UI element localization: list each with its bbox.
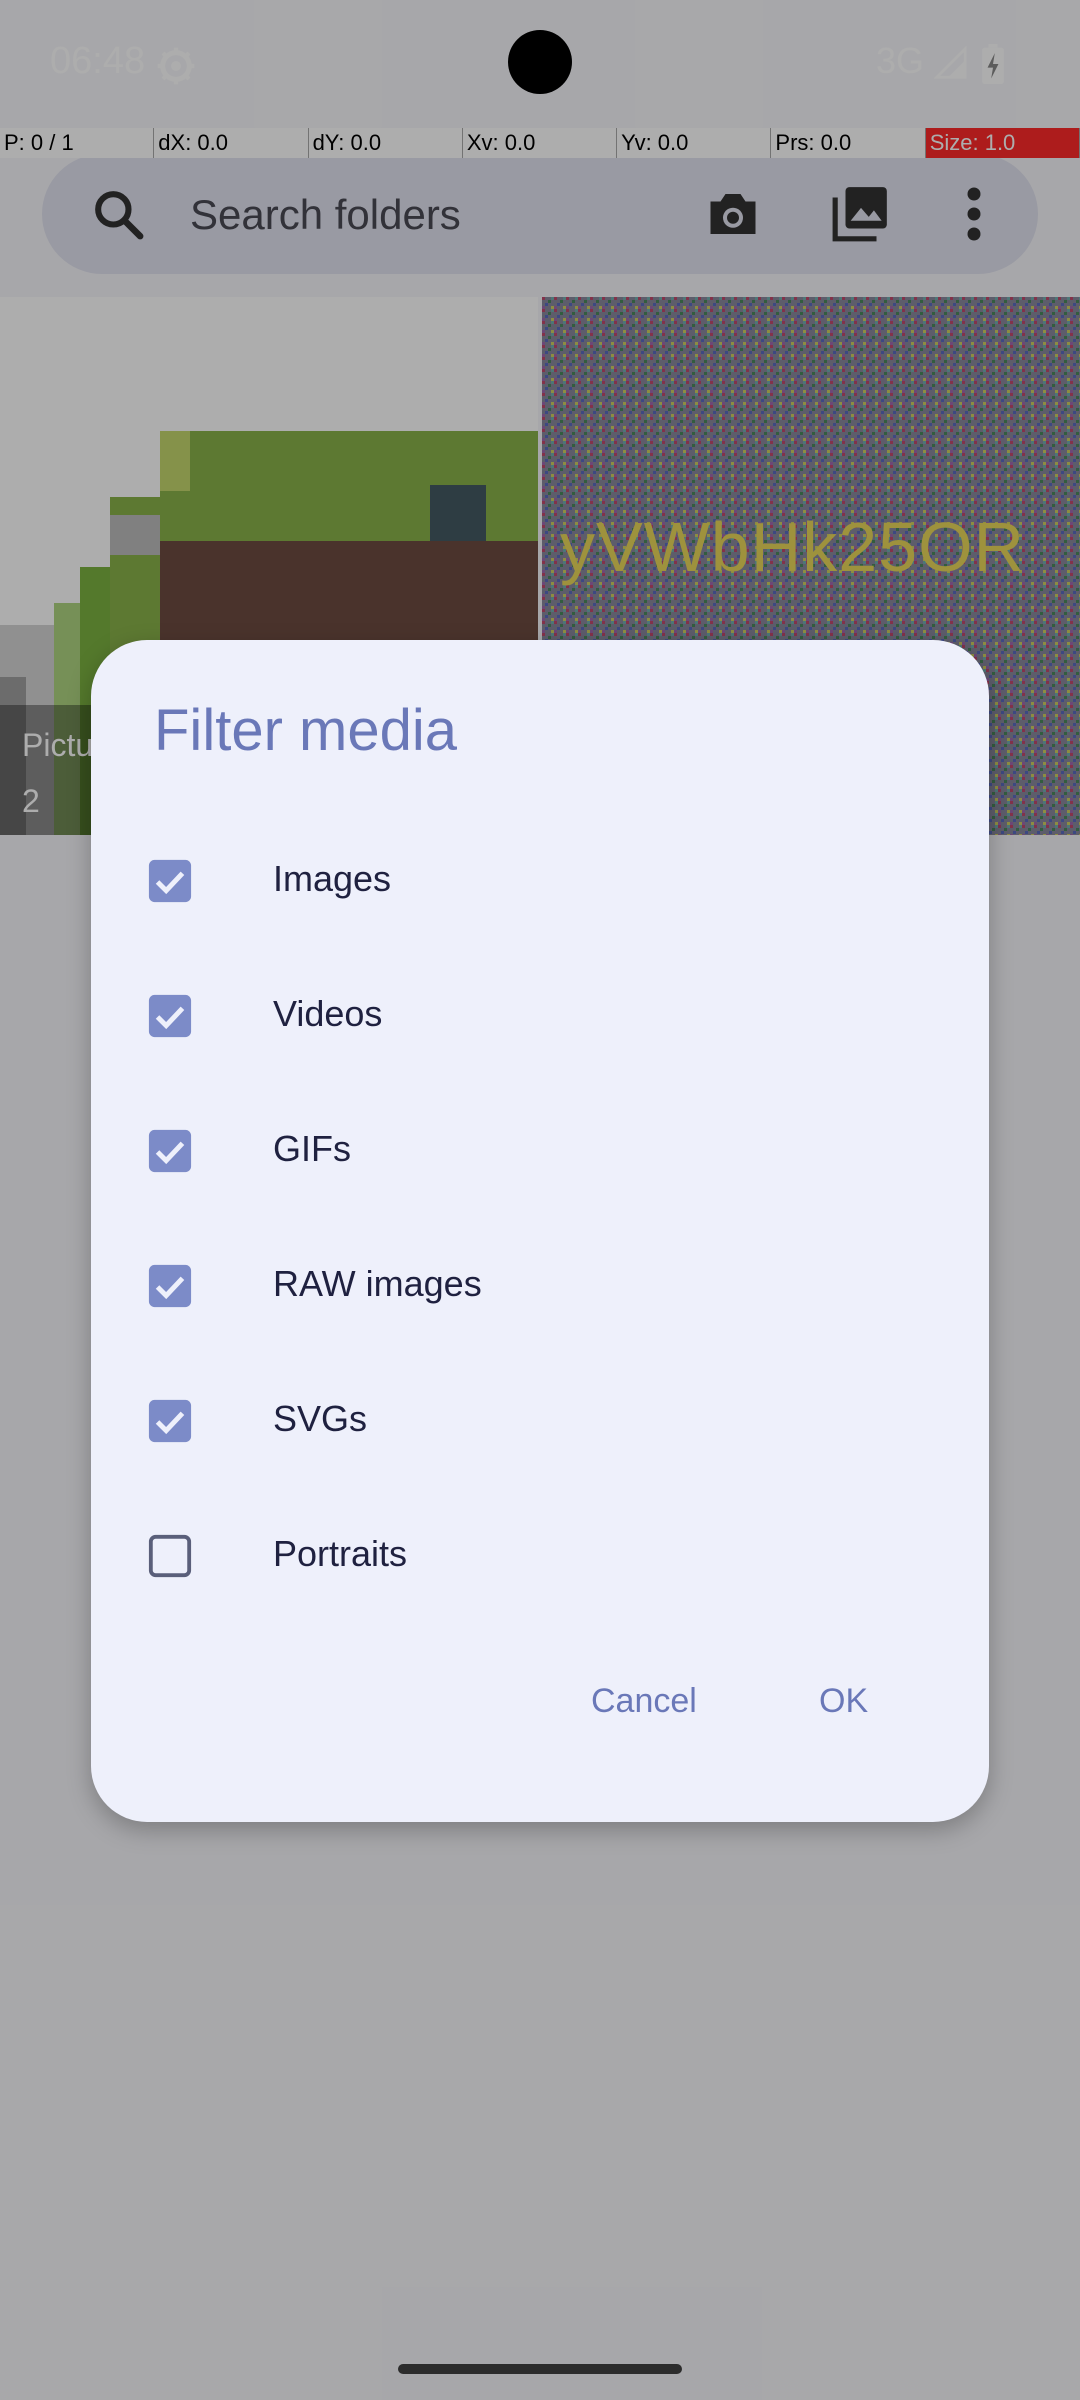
option-label: Portraits — [273, 1533, 408, 1574]
option-gifs[interactable]: GIFs — [147, 1106, 847, 1196]
ok-button[interactable]: OK — [819, 1682, 868, 1721]
option-label: Videos — [273, 993, 383, 1034]
dialog-title: Filter media — [154, 698, 457, 763]
option-videos[interactable]: Videos — [147, 971, 847, 1061]
checkbox-unchecked-icon[interactable] — [147, 1533, 193, 1579]
option-label: GIFs — [273, 1128, 351, 1169]
option-images[interactable]: Images — [147, 836, 847, 926]
checkbox-checked-icon[interactable] — [147, 993, 193, 1039]
option-svgs[interactable]: SVGs — [147, 1376, 847, 1466]
checkbox-checked-icon[interactable] — [147, 858, 193, 904]
cancel-button[interactable]: Cancel — [591, 1682, 697, 1721]
gesture-nav-handle[interactable] — [398, 2364, 682, 2374]
option-label: Images — [273, 858, 392, 899]
option-label: SVGs — [273, 1398, 368, 1439]
option-raw-images[interactable]: RAW images — [147, 1241, 847, 1331]
option-portraits[interactable]: Portraits — [147, 1511, 847, 1601]
checkbox-checked-icon[interactable] — [147, 1128, 193, 1174]
checkbox-checked-icon[interactable] — [147, 1398, 193, 1444]
checkbox-checked-icon[interactable] — [147, 1263, 193, 1309]
option-label: RAW images — [273, 1263, 482, 1304]
filter-media-dialog: Filter media Images Videos GIFs RAW imag… — [91, 640, 989, 1822]
